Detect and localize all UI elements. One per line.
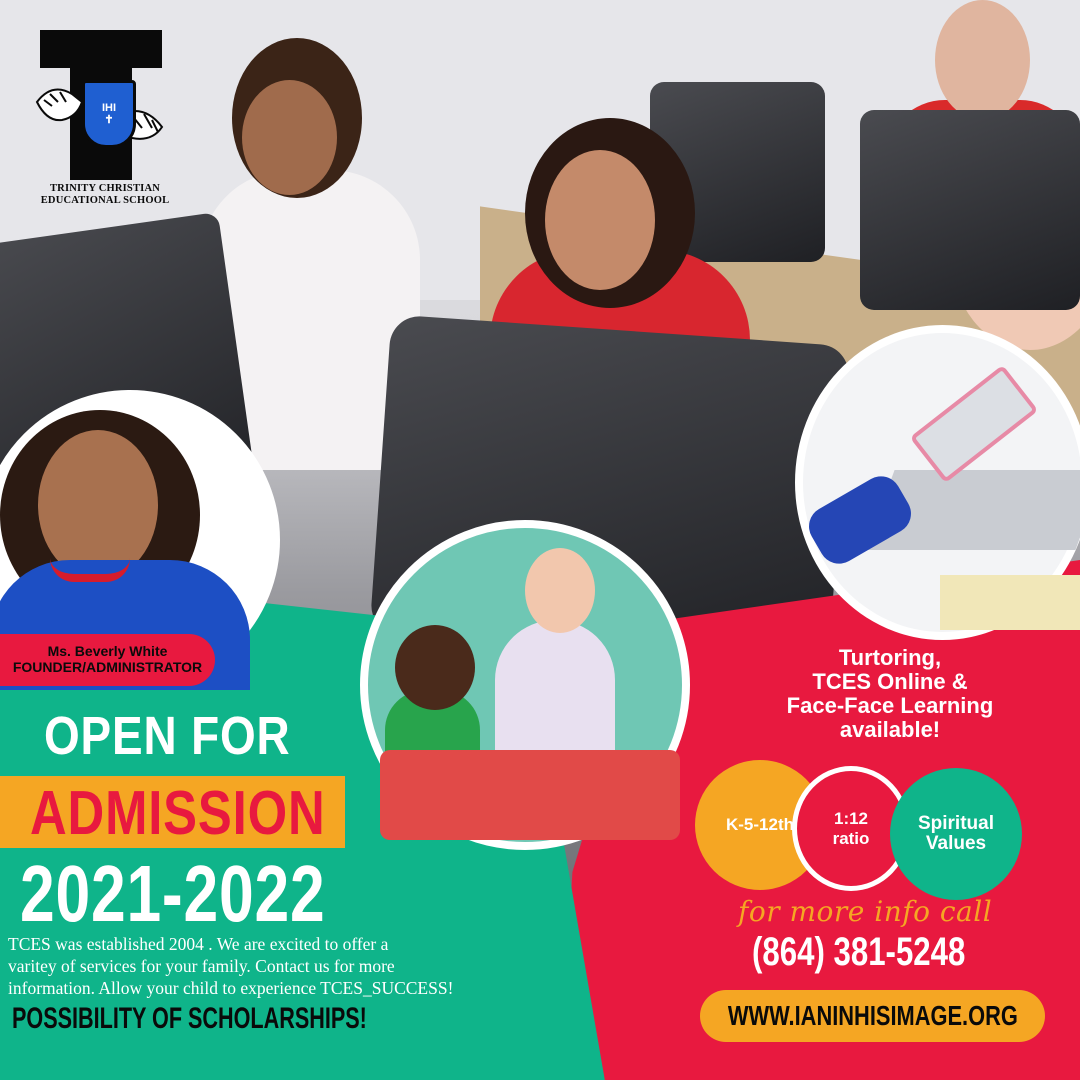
school-name: TRINITY CHRISTIAN EDUCATIONAL SCHOOL (20, 183, 190, 207)
values-line1: Spiritual (917, 813, 994, 834)
shield-icon: IHI ✝ (82, 80, 136, 148)
services-line: Face-Face Learning (786, 693, 994, 718)
school-name-line1: TRINITY CHRISTIAN (49, 183, 161, 194)
student-face (242, 80, 337, 195)
play-table (380, 750, 680, 840)
teacher-body (495, 620, 615, 760)
child-head (395, 625, 475, 710)
student-face (545, 150, 655, 290)
grades-label: K-5-12th (725, 815, 794, 834)
services-text: Turtoring, TCES Online & Face-Face Learn… (740, 646, 1040, 742)
founder-name: Ms. Beverly White (47, 643, 168, 659)
description: TCES was established 2004 . We are excit… (8, 933, 598, 999)
scholarship-note: POSSIBILITY OF SCHOLARSHIPS! (12, 1002, 367, 1035)
headline-admission: ADMISSION (30, 779, 326, 848)
description-line: information. Allow your child to experie… (8, 978, 454, 998)
website-link[interactable]: WWW.IANINHISIMAGE.ORG (728, 1000, 1018, 1032)
cross-icon: ✝ (104, 114, 114, 126)
more-info-text: for more info call (738, 895, 993, 928)
necklace (50, 558, 130, 582)
founder-title: FOUNDER/ADMINISTRATOR (12, 659, 203, 675)
services-line: Turtoring, (838, 645, 942, 670)
ratio-label: ratio (832, 828, 870, 848)
ratio-value: 1:12 (833, 808, 869, 828)
description-line: varitey of services for your family. Con… (8, 956, 395, 976)
description-line: TCES was established 2004 . We are excit… (8, 934, 389, 954)
services-line: TCES Online & (812, 669, 968, 694)
values-line2: Values (925, 833, 987, 854)
headline-open-for: OPEN FOR (44, 706, 291, 766)
website-pill[interactable]: WWW.IANINHISIMAGE.ORG (700, 990, 1045, 1042)
computer-monitor (860, 110, 1080, 310)
shield-monogram: IHI (101, 101, 117, 114)
teacher-head (525, 548, 595, 633)
headline-year: 2021-2022 (20, 849, 326, 938)
values-bubble: Spiritual Values (890, 768, 1022, 900)
notepad (940, 575, 1080, 630)
phone-number[interactable]: (864) 381-5248 (752, 930, 965, 975)
student-head (935, 0, 1030, 120)
school-name-line2: EDUCATIONAL SCHOOL (40, 195, 170, 206)
services-line: available! (839, 717, 941, 742)
founder-caption: Ms. Beverly White FOUNDER/ADMINISTRATOR (0, 634, 215, 686)
